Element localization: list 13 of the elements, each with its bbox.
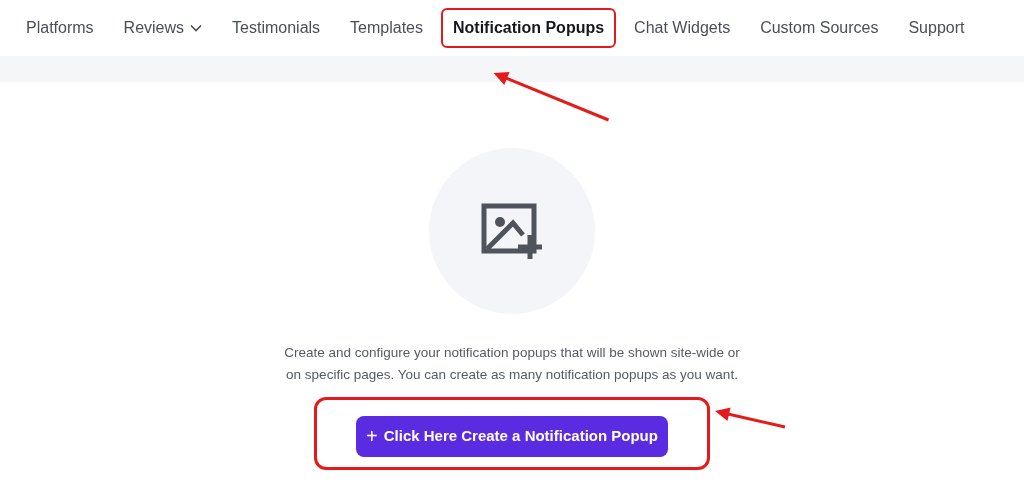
chevron-down-icon — [190, 24, 203, 32]
nav-tab[interactable]: Custom Sources — [748, 8, 891, 48]
nav-tab[interactable]: Platforms — [14, 8, 106, 48]
nav-tab[interactable]: Notification Popups — [441, 8, 617, 48]
nav-tab[interactable]: Support — [896, 8, 977, 48]
description-text: Create and configure your notification popups that will be shown site-wide or on specific pages. You can create as many notification popups as you want. — [283, 344, 741, 384]
nav-tab[interactable]: Reviews — [111, 8, 215, 48]
nav-tab[interactable]: Templates — [338, 8, 435, 48]
add-image-icon — [481, 203, 543, 259]
create-popup-button[interactable]: + Click Here Create a Notification Popup — [356, 416, 668, 457]
annotation-arrow — [715, 407, 786, 429]
nav-tab[interactable]: Chat Widgets — [622, 8, 743, 48]
nav-tab[interactable]: Testimonials — [220, 8, 333, 48]
